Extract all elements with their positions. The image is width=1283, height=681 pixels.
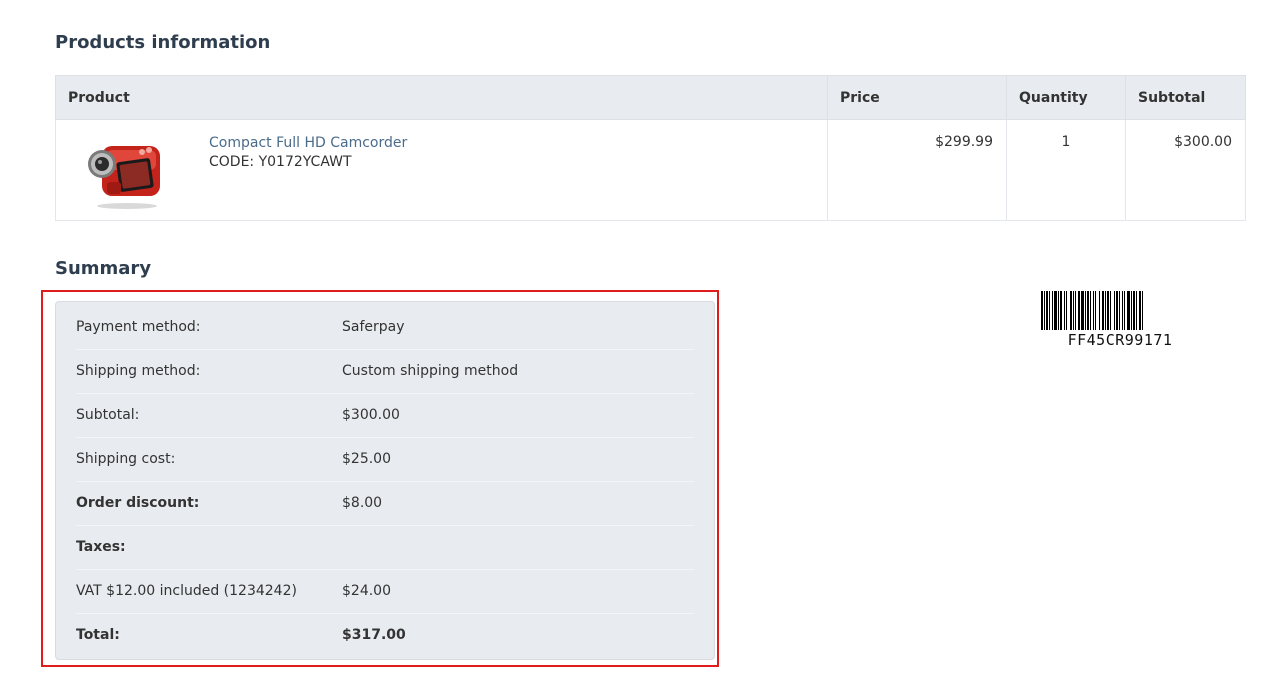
vat-label: VAT $12.00 included (1234242) (76, 583, 297, 599)
summary-row-taxes: Taxes: (76, 526, 694, 570)
products-table-header: Product Price Quantity Subtotal (55, 75, 1246, 120)
products-section-title: Products information (55, 32, 271, 53)
summary-row-subtotal: Subtotal: $300.00 (76, 394, 694, 438)
header-price: Price (827, 75, 1007, 120)
product-subtotal: $300.00 (1125, 119, 1246, 221)
barcode-text: FF45CR99171 (1067, 331, 1173, 349)
table-row: Compact Full HD Camcorder CODE: Y0172YCA… (55, 119, 1246, 221)
order-discount-value: $8.00 (342, 495, 383, 511)
summary-row-order-discount: Order discount: $8.00 (76, 482, 694, 526)
shipping-cost-label: Shipping cost: (76, 451, 176, 467)
shipping-method-value: Custom shipping method (342, 363, 519, 379)
total-value: $317.00 (342, 627, 406, 643)
summary-panel: Payment method: Saferpay Shipping method… (55, 301, 715, 660)
summary-row-vat: VAT $12.00 included (1234242) $24.00 (76, 570, 694, 614)
barcode-graphic (1041, 291, 1143, 330)
products-table: Product Price Quantity Subtotal Compact … (55, 75, 1246, 221)
product-cell: Compact Full HD Camcorder CODE: Y0172YCA… (55, 119, 828, 221)
summary-row-payment-method: Payment method: Saferpay (76, 306, 694, 350)
order-barcode: FF45CR99171 (1041, 291, 1199, 349)
summary-row-shipping-cost: Shipping cost: $25.00 (76, 438, 694, 482)
payment-method-value: Saferpay (342, 319, 405, 335)
vat-value: $24.00 (342, 583, 391, 599)
product-name-link[interactable]: Compact Full HD Camcorder (209, 134, 407, 153)
header-subtotal: Subtotal (1125, 75, 1246, 120)
taxes-label: Taxes: (76, 539, 126, 555)
summary-section-title: Summary (55, 258, 152, 279)
camcorder-image-icon[interactable] (82, 134, 172, 210)
order-discount-label: Order discount: (76, 495, 200, 511)
shipping-method-label: Shipping method: (76, 363, 201, 379)
subtotal-label: Subtotal: (76, 407, 140, 423)
product-price: $299.99 (827, 119, 1007, 221)
summary-row-total: Total: $317.00 (76, 614, 694, 657)
order-details-page: Products information Product Price Quant… (0, 0, 1283, 681)
header-product: Product (55, 75, 828, 120)
header-quantity: Quantity (1006, 75, 1126, 120)
product-code: CODE: Y0172YCAWT (209, 154, 352, 170)
subtotal-value: $300.00 (342, 407, 400, 423)
product-quantity: 1 (1006, 119, 1126, 221)
total-label: Total: (76, 627, 120, 643)
shipping-cost-value: $25.00 (342, 451, 391, 467)
payment-method-label: Payment method: (76, 319, 201, 335)
summary-row-shipping-method: Shipping method: Custom shipping method (76, 350, 694, 394)
